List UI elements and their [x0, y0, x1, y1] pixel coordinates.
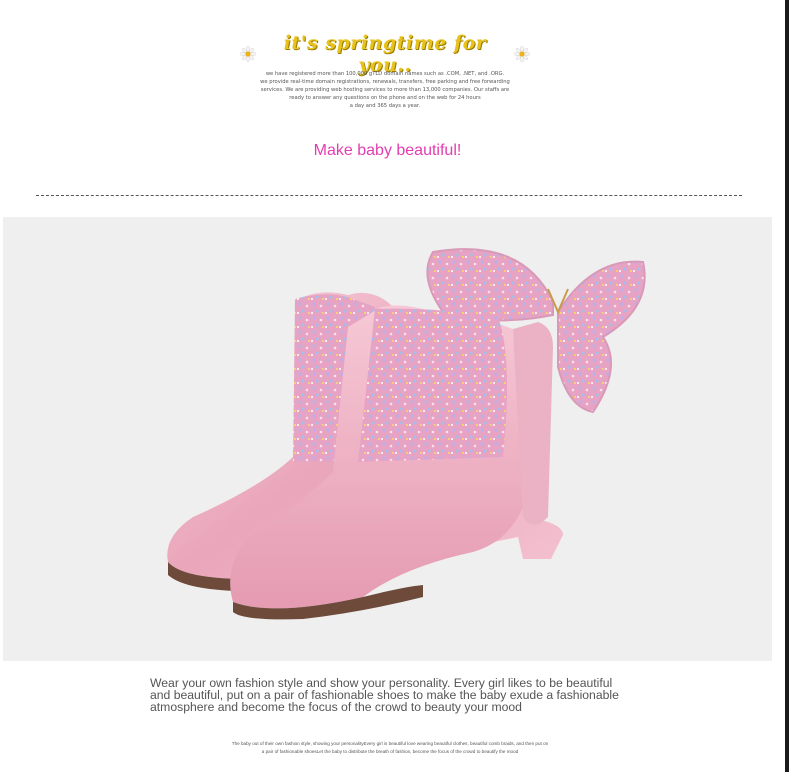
fine-print-line: a pair of fashionable shoesLet the baby …: [261, 749, 519, 754]
daisy-icon: [240, 46, 256, 62]
banner-text-lines: we have registered more than 100,000 gTL…: [240, 70, 530, 110]
front-boot: [230, 305, 553, 620]
product-photo: [3, 217, 772, 661]
banner-line: ready to answer any questions on the pho…: [289, 95, 481, 101]
fine-print: The baby out of their own fashion style,…: [180, 740, 600, 756]
spring-banner: it's springtime for you.. we have regist…: [240, 32, 530, 115]
right-edge-border: [785, 0, 789, 772]
boots-illustration: [167, 248, 646, 620]
description-text: Wear your own fashion style and show you…: [150, 676, 619, 714]
banner-line: a day and 365 days a year.: [349, 103, 421, 109]
banner-line: we have registered more than 100,000 gTL…: [265, 71, 505, 77]
fine-print-line: The baby out of their own fashion style,…: [231, 741, 549, 746]
tagline: Make baby beautiful!: [313, 142, 462, 159]
banner-line: we provide real-time domain registration…: [260, 79, 510, 85]
dashed-divider: [36, 195, 742, 196]
daisy-icon: [514, 46, 530, 62]
banner-line: services. We are providing web hosting s…: [260, 87, 510, 93]
banner-title-row: it's springtime for you..: [240, 32, 530, 76]
